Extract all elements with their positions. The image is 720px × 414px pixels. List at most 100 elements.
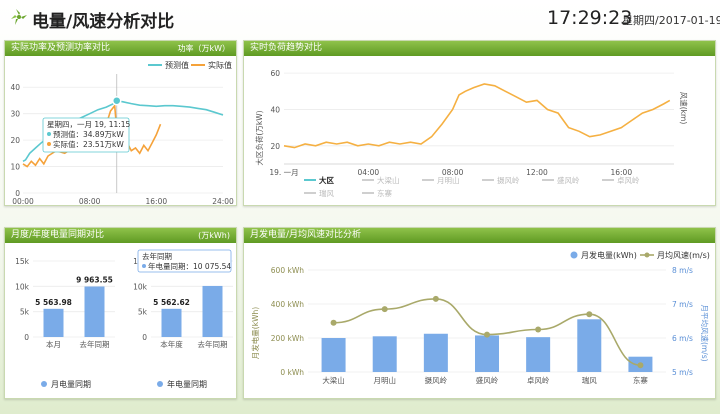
legend-label: 大梁山 bbox=[377, 175, 400, 185]
y-tick-label-left: 400 kWh bbox=[271, 300, 304, 309]
bar-4 bbox=[526, 337, 551, 372]
y-tick-label: 0 bbox=[142, 333, 147, 342]
panel-title: 月发电量/月均风速对比分析 bbox=[244, 228, 715, 243]
y-tick-label: 40 bbox=[270, 105, 280, 114]
legend-predict-label: 预测值 bbox=[165, 60, 189, 70]
x-tick-label: 瑞风 bbox=[582, 375, 597, 385]
monthly-wind-panel: 月发电量/月均风速对比分析 0 kWh 200 kWh 400 kWh 600 kWh… bbox=[243, 227, 716, 399]
bar-value-label: 9 963.55 bbox=[76, 276, 113, 285]
power-compare-panel: 实际功率及预测功率对比 功率（万kW） 0 10 20 30 40 00:00 08:00 1… bbox=[4, 40, 237, 206]
legend-month-label: 月电量同期 bbox=[51, 379, 91, 389]
x-tick-label: 08:00 bbox=[79, 197, 101, 206]
y-tick-label-right: 8 m/s bbox=[672, 266, 693, 275]
y-tick-label-right: 5 m/s bbox=[672, 368, 693, 377]
y-tick-label: 10k bbox=[133, 282, 148, 291]
panel-unit: 功率（万kW） bbox=[177, 44, 230, 53]
legend-label: 摄风岭 bbox=[497, 175, 520, 185]
y-tick-label: 0 bbox=[24, 333, 29, 342]
panel-unit: (万kWh) bbox=[198, 231, 230, 240]
bar-value-label: 5 563.98 bbox=[35, 298, 72, 307]
tooltip-predict: 预测值：34.89万kW bbox=[53, 129, 124, 139]
panel-title: 实时负荷趋势对比 bbox=[244, 41, 715, 56]
y-axis-label-left: 月发电量(kWh) bbox=[250, 307, 260, 359]
x-tick-label: 东寨 bbox=[633, 375, 648, 385]
legend-item-7[interactable]: 东寨 bbox=[362, 188, 392, 198]
hover-tooltip: 星期四，一月 19, 11:15 预测值：34.89万kW 实际值：23.51万… bbox=[42, 117, 131, 153]
bar-3 bbox=[475, 335, 499, 372]
legend-item-5[interactable]: 卓风岭 bbox=[602, 175, 640, 185]
legend-item-3[interactable]: 摄风岭 bbox=[482, 175, 520, 185]
y-axis-label: 大区负荷(万kW) bbox=[254, 110, 264, 165]
legend-item-2[interactable]: 月明山 bbox=[422, 175, 460, 185]
legend-year-label: 年电量同期 bbox=[167, 379, 207, 389]
bar-left-1 bbox=[84, 286, 105, 337]
x-tick-label: 大梁山 bbox=[322, 375, 345, 385]
tooltip-value: 年电量同期：10 075.54 bbox=[148, 261, 231, 271]
y-tick-label: 5k bbox=[138, 308, 148, 317]
power-compare-chart[interactable]: 01020304000:00 08:00 16:00 24:00 预测值 实际值 星期… bbox=[5, 56, 238, 207]
monthly-wind-chart[interactable]: 0 kWh 200 kWh 400 kWh 600 kWh 5 m/s 6 m/s 7 m/… bbox=[244, 243, 717, 400]
tooltip-title: 星期四，一月 19, 11:15 bbox=[47, 120, 131, 129]
x-tick-label: 摄风岭 bbox=[425, 375, 448, 385]
load-trend-chart[interactable]: 20406019. 一月 04:00 08:00 12:00 16:00 大区负荷(万k… bbox=[244, 56, 717, 207]
x-tick-label: 盛风岭 bbox=[476, 375, 499, 385]
wind-point-1 bbox=[381, 306, 388, 313]
y-axis-label-right: 风速(km) bbox=[679, 92, 688, 125]
clock-date: 星期四/2017-01-19 bbox=[622, 14, 720, 27]
legend-month[interactable]: 月电量同期 bbox=[41, 379, 91, 389]
wind-point-5 bbox=[586, 311, 593, 318]
y-tick-label: 20 bbox=[270, 142, 280, 151]
y-tick-label-left: 600 kWh bbox=[271, 266, 304, 275]
wind-point-4 bbox=[535, 326, 542, 333]
x-tick-label: 本年度 bbox=[160, 339, 183, 349]
x-tick-label: 12:00 bbox=[526, 168, 548, 177]
bar-left-0 bbox=[43, 308, 64, 337]
x-tick-label: 本月 bbox=[46, 339, 61, 349]
x-tick-label: 16:00 bbox=[146, 197, 168, 206]
clock-time: 17:29:23 bbox=[547, 7, 633, 29]
legend-bars[interactable]: 月发电量(kWh) bbox=[570, 250, 637, 260]
legend-label: 东寨 bbox=[377, 188, 392, 198]
y-tick-label: 60 bbox=[270, 69, 280, 78]
tooltip-actual: 实际值：23.51万kW bbox=[53, 139, 124, 149]
legend-actual[interactable]: 实际值 bbox=[191, 60, 232, 70]
y-tick-label-right: 6 m/s bbox=[672, 334, 693, 343]
bar-value-label: 5 562.62 bbox=[153, 298, 190, 307]
legend-actual-label: 实际值 bbox=[208, 60, 232, 70]
bar-0 bbox=[321, 338, 346, 372]
y-tick-label: 10 bbox=[10, 163, 20, 172]
legend-label: 卓风岭 bbox=[617, 175, 640, 185]
legend-bars-label: 月发电量(kWh) bbox=[581, 250, 637, 260]
x-tick-label: 卓风岭 bbox=[527, 375, 550, 385]
x-tick-label: 月明山 bbox=[373, 375, 396, 385]
bar-1 bbox=[372, 336, 397, 372]
y-tick-label: 5k bbox=[20, 308, 30, 317]
y-tick-label-right: 7 m/s bbox=[672, 300, 693, 309]
legend-item-0[interactable]: 大区 bbox=[304, 175, 334, 185]
legend-predict[interactable]: 预测值 bbox=[148, 60, 189, 70]
y-tick-label-left: 200 kWh bbox=[271, 334, 304, 343]
header-bar: 电量/风速分析对比 17:29:23 星期四/2017-01-19 bbox=[0, 0, 720, 38]
year-tooltip: 去年同期 年电量同期：10 075.54 bbox=[137, 249, 232, 273]
legend-item-6[interactable]: 瑞风 bbox=[304, 188, 334, 198]
legend-year[interactable]: 年电量同期 bbox=[157, 379, 207, 389]
legend-line[interactable]: 月均风速(m/s) bbox=[640, 250, 710, 260]
legend-line-label: 月均风速(m/s) bbox=[657, 250, 710, 260]
y-tick-label: 10k bbox=[15, 282, 30, 291]
windmill-icon bbox=[11, 9, 27, 25]
load-line bbox=[283, 83, 671, 149]
legend-label: 盛风岭 bbox=[557, 175, 580, 185]
tooltip-title: 去年同期 bbox=[142, 251, 172, 261]
wind-point-0 bbox=[330, 319, 337, 326]
hover-point bbox=[112, 95, 122, 106]
page-title: 电量/风速分析对比 bbox=[32, 12, 175, 32]
energy-compare-panel: 月度/年度电量同期对比 (万kWh) 05k10k15k05k10k15k 本月… bbox=[4, 227, 237, 399]
y-axis-label-right: 月平均风速(m/s) bbox=[700, 304, 710, 361]
wind-point-2 bbox=[432, 295, 439, 302]
energy-compare-chart[interactable]: 05k10k15k05k10k15k 本月5 563.98去年同期9 963.5… bbox=[5, 243, 238, 400]
y-tick-label: 20 bbox=[10, 136, 20, 145]
legend-label: 瑞风 bbox=[319, 188, 334, 198]
x-tick-label: 去年同期 bbox=[198, 339, 228, 349]
x-tick-label: 19. 一月 bbox=[269, 168, 298, 177]
bar-2 bbox=[423, 333, 448, 372]
